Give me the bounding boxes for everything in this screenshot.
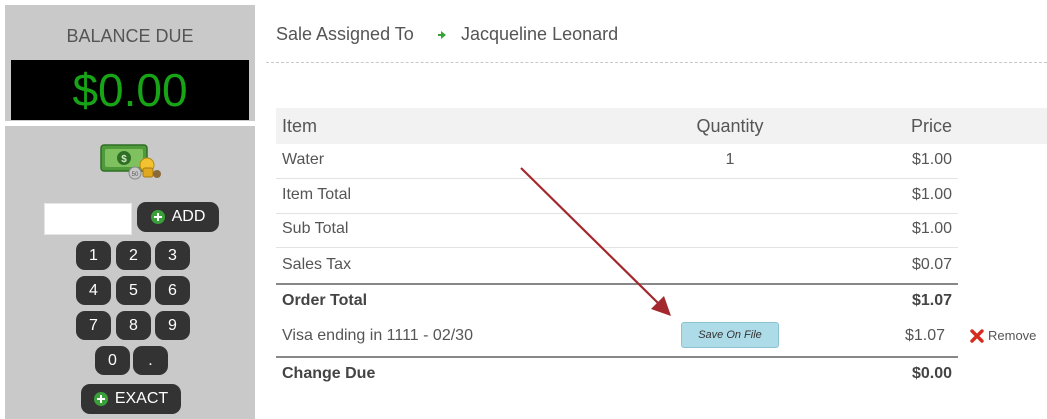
total-divider xyxy=(276,283,958,285)
change-due-label: Change Due xyxy=(282,365,376,382)
balance-panel: BALANCE DUE $0.00 xyxy=(5,5,255,121)
key-5[interactable]: 5 xyxy=(116,276,151,305)
svg-text:$: $ xyxy=(121,154,127,165)
exact-button-label: EXACT xyxy=(114,390,169,407)
row-divider xyxy=(276,178,958,179)
save-on-file-button[interactable]: Save On File xyxy=(681,322,779,348)
item-total-value: $1.00 xyxy=(911,186,952,203)
change-due-value: $0.00 xyxy=(911,365,952,382)
key-1[interactable]: 1 xyxy=(76,241,111,270)
item-name: Water xyxy=(282,151,325,168)
sale-assigned-name[interactable]: Jacqueline Leonard xyxy=(461,24,618,45)
arrow-right-icon xyxy=(438,31,446,39)
key-2[interactable]: 2 xyxy=(116,241,151,270)
sales-tax-value: $0.07 xyxy=(911,256,952,273)
key-8[interactable]: 8 xyxy=(116,311,151,340)
remove-x-icon xyxy=(970,328,984,343)
key-9[interactable]: 9 xyxy=(155,311,190,340)
item-total-label: Item Total xyxy=(282,186,352,203)
key-4[interactable]: 4 xyxy=(76,276,111,305)
column-header-item: Item xyxy=(282,116,318,136)
key-decimal[interactable]: . xyxy=(133,346,168,375)
row-divider xyxy=(276,247,958,248)
remove-label: Remove xyxy=(988,328,1037,343)
plus-icon xyxy=(150,210,165,224)
column-header-price: Price xyxy=(910,116,952,136)
plus-icon xyxy=(93,392,108,406)
balance-due-amount: $0.00 xyxy=(11,60,249,120)
sub-total-value: $1.00 xyxy=(911,220,952,237)
item-quantity: 1 xyxy=(725,151,735,168)
exact-button[interactable]: EXACT xyxy=(81,384,181,414)
sale-assigned-label: Sale Assigned To xyxy=(276,24,414,44)
payment-amount: $1.07 xyxy=(904,327,945,344)
svg-text:50: 50 xyxy=(132,172,139,178)
key-6[interactable]: 6 xyxy=(155,276,190,305)
balance-due-label: BALANCE DUE xyxy=(66,26,194,46)
item-price: $1.00 xyxy=(911,151,952,168)
order-total-value: $1.07 xyxy=(911,292,952,309)
section-divider xyxy=(266,62,1047,63)
remove-payment-button[interactable]: Remove xyxy=(970,328,1036,343)
sales-tax-label: Sales Tax xyxy=(282,256,352,273)
sub-total-label: Sub Total xyxy=(282,220,349,237)
column-header-quantity: Quantity xyxy=(696,116,764,136)
total-divider xyxy=(276,356,958,358)
key-3[interactable]: 3 xyxy=(155,241,190,270)
add-button-label: ADD xyxy=(171,208,206,225)
key-7[interactable]: 7 xyxy=(76,311,111,340)
key-0[interactable]: 0 xyxy=(95,346,130,375)
tender-amount-input[interactable] xyxy=(44,203,132,235)
payment-method-label: Visa ending in 1111 - 02/30 xyxy=(282,327,473,344)
order-total-label: Order Total xyxy=(282,292,368,309)
add-button[interactable]: ADD xyxy=(137,202,219,232)
row-divider xyxy=(276,213,958,214)
cash-payment-icon[interactable]: $ 50 xyxy=(100,142,162,180)
